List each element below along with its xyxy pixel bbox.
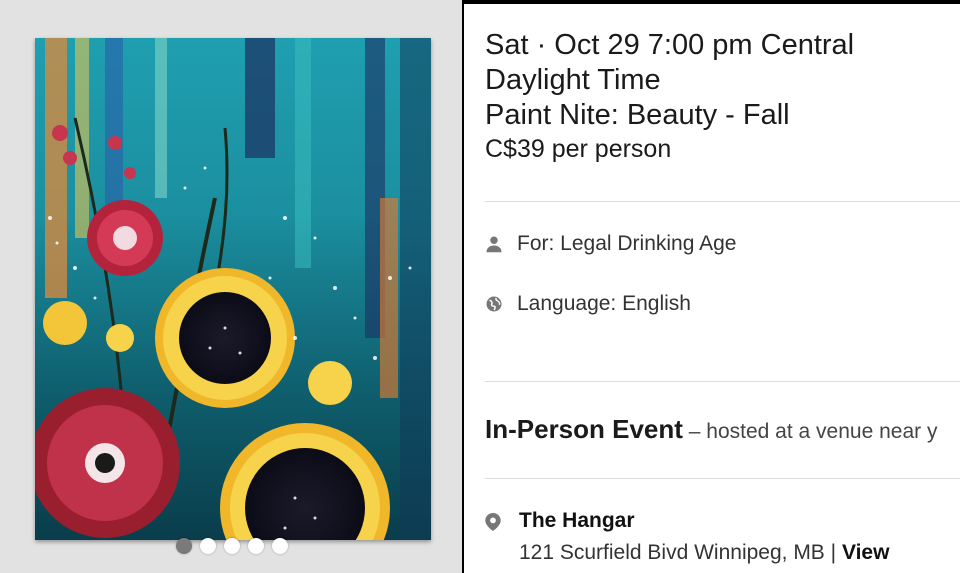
carousel-dot-2[interactable]: [200, 538, 216, 554]
venue-address: 121 Scurfield Bivd Winnipeg, MB: [519, 541, 825, 564]
location-pin-icon: [485, 513, 501, 531]
carousel-dot-3[interactable]: [224, 538, 240, 554]
carousel-dot-5[interactable]: [272, 538, 288, 554]
event-type-note: – hosted at a venue near y: [682, 420, 938, 443]
event-type-label: In-Person Event: [485, 414, 683, 444]
venue-name: The Hangar: [519, 509, 635, 532]
divider: [485, 201, 960, 202]
event-type: In-Person Event – hosted at a venue near…: [485, 414, 937, 445]
event-details-panel: Sat · Oct 29 7:00 pm Central Daylight Ti…: [464, 4, 960, 573]
event-price: C$39 per person: [485, 135, 672, 163]
audience-label: For: Legal Drinking Age: [517, 232, 737, 255]
divider: [485, 478, 960, 479]
language-label: Language: English: [517, 292, 691, 315]
divider: [485, 381, 960, 382]
event-painting-image[interactable]: [35, 38, 431, 540]
carousel-dots: [176, 538, 288, 554]
carousel-dot-4[interactable]: [248, 538, 264, 554]
language-row: Language: English: [485, 292, 691, 316]
painting-artwork: [35, 38, 431, 540]
view-map-link[interactable]: View: [842, 541, 889, 564]
event-datetime: Sat · Oct 29 7:00 pm Central Daylight Ti…: [485, 29, 855, 96]
audience-row: For: Legal Drinking Age: [485, 232, 736, 256]
gallery-panel: [0, 0, 462, 573]
venue-address-line: 121 Scurfield Bivd Winnipeg, MB | View: [519, 541, 889, 565]
event-title: Paint Nite: Beauty - Fall: [485, 99, 790, 131]
globe-icon: [485, 295, 503, 313]
carousel-dot-1[interactable]: [176, 538, 192, 554]
address-separator: |: [824, 541, 842, 564]
person-icon: [485, 235, 503, 253]
